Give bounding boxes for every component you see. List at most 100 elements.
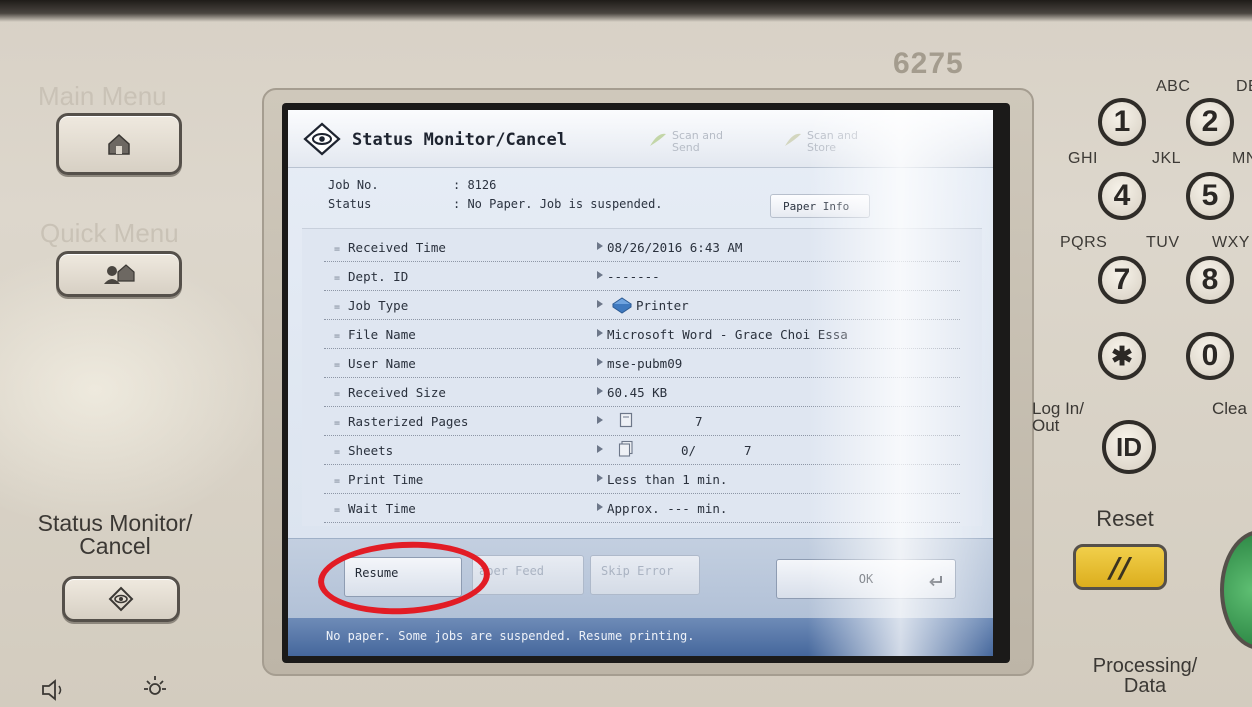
speaker-icon	[40, 676, 70, 707]
table-row: Received Time 08/26/2016 6:43 AM	[324, 233, 960, 262]
scan-send-icon	[648, 132, 668, 151]
tab-scan-and-store[interactable]: Scan and Store	[783, 122, 913, 158]
row-value: -------	[607, 269, 660, 284]
status-monitor-label: Status Monitor/ Cancel	[37, 510, 193, 559]
row-label: File Name	[334, 327, 416, 342]
arrow-icon	[597, 474, 603, 482]
table-row: Received Size 60.45 KB	[324, 378, 960, 407]
paper-info-button[interactable]: Paper Info	[770, 194, 870, 218]
reset-label: Reset	[1096, 506, 1154, 531]
row-value: Printer	[636, 298, 689, 313]
keypad-label-wxyz: WXY	[1212, 234, 1250, 251]
tab-label: Scan and Store	[807, 129, 858, 154]
key-asterisk[interactable]: ✱	[1098, 332, 1146, 380]
arrow-icon	[597, 300, 603, 308]
key-1[interactable]: 1	[1098, 98, 1146, 146]
keypad-label-ghi: GHI	[1068, 150, 1098, 167]
main-menu-button[interactable]	[56, 113, 182, 175]
row-label: User Name	[334, 356, 416, 371]
status-monitor-icon	[302, 122, 342, 160]
table-row: Job Type Printer	[324, 291, 960, 320]
key-0[interactable]: 0	[1186, 332, 1234, 380]
quick-menu-button[interactable]	[56, 251, 182, 297]
enter-arrow-icon	[929, 575, 943, 590]
status-message-bar: No paper. Some jobs are suspended. Resum…	[288, 618, 993, 656]
key-5[interactable]: 5	[1186, 172, 1234, 220]
row-label: Sheets	[334, 443, 393, 458]
row-value: Approx. --- min.	[607, 501, 728, 516]
login-id-button[interactable]: ID	[1102, 420, 1156, 474]
keypad-label-jkl: JKL	[1152, 150, 1182, 167]
keypad-label-tuv: TUV	[1146, 234, 1180, 251]
quick-menu-label: Quick Menu	[40, 218, 179, 248]
row-value: Microsoft Word - Grace Choi Essa	[607, 327, 848, 342]
arrow-icon	[597, 503, 603, 511]
row-value: 0/	[681, 443, 697, 458]
table-row: Dept. ID -------	[324, 262, 960, 291]
scan-store-icon	[783, 132, 803, 151]
row-value: 60.45 KB	[607, 385, 668, 400]
sheets-icon	[617, 440, 635, 461]
key-2[interactable]: 2	[1186, 98, 1234, 146]
clear-label: Clea	[1212, 399, 1247, 418]
key-7[interactable]: 7	[1098, 256, 1146, 304]
top-shadow	[0, 0, 1252, 22]
keypad-label-def: DE	[1236, 78, 1252, 95]
arrow-icon	[597, 387, 603, 395]
quick-menu-icon	[103, 263, 135, 285]
ok-button[interactable]: OK	[776, 559, 956, 599]
main-menu-label: Main Menu	[38, 81, 167, 111]
keypad-label-mno: MN	[1232, 150, 1252, 167]
job-no-label: Job No.	[328, 178, 379, 192]
home-icon	[106, 132, 132, 156]
eye-diamond-icon	[108, 586, 134, 612]
page-icon	[619, 412, 633, 431]
status-label: Status	[328, 197, 372, 211]
row-value: Less than 1 min.	[607, 472, 728, 487]
brightness-icon	[140, 672, 170, 706]
keypad-label-abc: ABC	[1156, 78, 1191, 95]
table-row: Rasterized Pages 7	[324, 407, 960, 436]
reset-button[interactable]: //	[1073, 544, 1167, 590]
status-monitor-button[interactable]	[62, 576, 180, 622]
row-label: Received Size	[334, 385, 446, 400]
row-value: mse-pubm09	[607, 356, 683, 371]
row-label: Dept. ID	[334, 269, 408, 284]
ok-label: OK	[858, 572, 874, 586]
arrow-icon	[597, 242, 603, 250]
row-value-total: 7	[744, 443, 752, 458]
row-label: Received Time	[334, 240, 446, 255]
row-label: Rasterized Pages	[334, 414, 468, 429]
row-value: 7	[695, 414, 703, 429]
key-4[interactable]: 4	[1098, 172, 1146, 220]
printer-icon	[611, 294, 633, 317]
job-details-table: Received Time 08/26/2016 6:43 AM Dept. I…	[302, 228, 982, 526]
row-label: Wait Time	[334, 501, 416, 516]
row-label: Job Type	[334, 298, 408, 313]
tab-scan-and-send[interactable]: Scan and Send	[648, 122, 778, 158]
skip-error-button[interactable]: Skip Error	[590, 555, 700, 595]
table-row: File Name Microsoft Word - Grace Choi Es…	[324, 320, 960, 349]
arrow-icon	[597, 329, 603, 337]
arrow-icon	[597, 445, 603, 453]
table-row: Sheets 0/ 7	[324, 436, 960, 465]
key-8[interactable]: 8	[1186, 256, 1234, 304]
job-no-value: : 8126	[453, 178, 497, 192]
arrow-icon	[597, 271, 603, 279]
table-row: Print Time Less than 1 min.	[324, 465, 960, 494]
reset-slash-icon: //	[1109, 550, 1131, 584]
arrow-icon	[597, 416, 603, 424]
model-number: 6275	[893, 47, 964, 80]
tab-label: Scan and Send	[672, 129, 723, 154]
arrow-icon	[597, 358, 603, 366]
keypad-label-pqrs: PQRS	[1060, 234, 1108, 251]
row-value: 08/26/2016 6:43 AM	[607, 240, 743, 255]
login-logout-label: Log In/ Out	[1032, 399, 1084, 435]
screen-header: Status Monitor/Cancel Scan and Send Scan…	[288, 110, 993, 168]
table-row: User Name mse-pubm09	[324, 349, 960, 378]
processing-data-label: Processing/ Data	[1092, 655, 1198, 697]
page-title: Status Monitor/Cancel	[352, 130, 567, 150]
table-row: Wait Time Approx. --- min.	[324, 494, 960, 523]
status-value: : No Paper. Job is suspended.	[453, 197, 663, 211]
row-label: Print Time	[334, 472, 423, 487]
